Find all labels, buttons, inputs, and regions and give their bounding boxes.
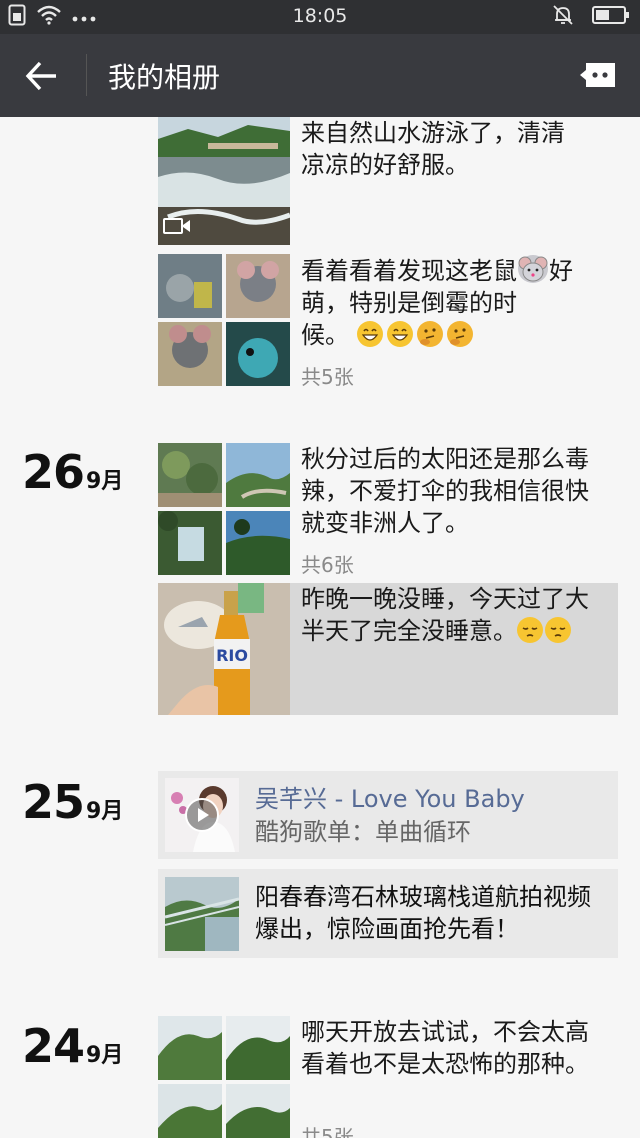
message-dots-icon[interactable] — [578, 60, 618, 90]
date-label: 259月 — [22, 775, 123, 829]
link-title-line: 阳春春湾石林玻璃栈道航拍视频 — [255, 883, 591, 911]
post-text-line: 看着也不是太恐怖的那种。 — [301, 1050, 589, 1078]
date-day: 24 — [22, 1019, 85, 1073]
post-text-fragment: 半天了完全没睡意。 — [301, 617, 517, 645]
pensive-emoji-icon — [545, 617, 571, 643]
pensive-emoji-icon — [517, 617, 543, 643]
music-share[interactable]: 吴芊兴 - Love You Baby 酷狗歌单：单曲循环 — [158, 771, 618, 859]
silent-bell-icon — [552, 4, 574, 31]
post-text-line: 萌，特别是倒霉的时 — [301, 289, 517, 317]
photo-grid[interactable] — [158, 1016, 290, 1138]
photo-grid[interactable] — [158, 254, 290, 386]
date-day: 25 — [22, 775, 85, 829]
post-text-line: 半天了完全没睡意。 — [301, 615, 613, 647]
date-day: 26 — [22, 445, 85, 499]
photo-count: 共5张 — [301, 1125, 354, 1138]
date-label: 269月 — [22, 445, 123, 499]
link-title-line: 爆出，惊险画面抢先看！ — [255, 915, 519, 943]
post-text-line: 来自然山水游泳了，清清 — [301, 119, 565, 147]
post-text-line: 看着看着发现这老鼠 好 — [301, 255, 611, 287]
song-source: 酷狗歌单：单曲循环 — [255, 818, 471, 846]
song-artist-title: 吴芊兴 - Love You Baby — [255, 785, 525, 813]
link-thumbnail — [165, 877, 239, 951]
bottle-label: RIO — [216, 646, 248, 665]
photo-thumbnail[interactable]: RIO — [158, 583, 290, 715]
post-text[interactable]: 来自然山水游泳了，清清 凉凉的好舒服。 — [301, 117, 611, 181]
video-thumbnail[interactable] — [158, 117, 290, 245]
back-arrow-icon[interactable] — [22, 58, 62, 94]
post-text-line: 昨晚一晚没睡，今天过了大 — [301, 585, 589, 613]
post-text-line: 就变非洲人了。 — [301, 509, 469, 537]
date-month: 9月 — [86, 469, 124, 494]
page-title: 我的相册 — [108, 61, 221, 94]
photo-count: 共5张 — [301, 365, 354, 389]
thinking-emoji-icon — [446, 321, 473, 347]
post-text-line: 哪天开放去试试，不会太高 — [301, 1018, 589, 1046]
album-cover — [165, 778, 239, 852]
battery-icon — [592, 5, 630, 30]
play-icon[interactable] — [185, 798, 219, 832]
video-camera-icon — [163, 217, 191, 239]
post-text-fragment: 候。 — [301, 321, 349, 349]
photo-count: 共6张 — [301, 553, 354, 577]
date-month: 9月 — [86, 799, 124, 824]
title-divider — [86, 54, 87, 96]
grin-emoji-icon — [356, 321, 383, 347]
link-title: 阳春春湾石林玻璃栈道航拍视频 爆出，惊险画面抢先看！ — [255, 881, 610, 945]
thinking-emoji-icon — [416, 321, 443, 347]
post-text[interactable]: 秋分过后的太阳还是那么毒 辣，不爱打伞的我相信很快 就变非洲人了。 — [301, 443, 611, 539]
grin-emoji-icon — [386, 321, 413, 347]
clock: 18:05 — [292, 5, 348, 27]
song-title: 吴芊兴 - Love You Baby — [255, 783, 525, 815]
link-share[interactable]: 阳春春湾石林玻璃栈道航拍视频 爆出，惊险画面抢先看！ — [158, 869, 618, 958]
post-text-line: 秋分过后的太阳还是那么毒 — [301, 445, 589, 473]
mouse-face-icon — [518, 255, 548, 283]
photo-grid[interactable] — [158, 443, 290, 575]
post-text-line: 辣，不爱打伞的我相信很快 — [301, 477, 589, 505]
post-text[interactable]: 昨晚一晚没睡，今天过了大 半天了完全没睡意。 — [301, 583, 613, 647]
post-text[interactable]: 哪天开放去试试，不会太高 看着也不是太恐怖的那种。 — [301, 1016, 613, 1080]
post-text-fragment: 看着看着发现这老鼠 — [301, 257, 517, 285]
date-label: 249月 — [22, 1019, 123, 1073]
title-bar: 我的相册 — [0, 34, 640, 117]
post-text-fragment: 好 — [549, 257, 573, 285]
date-month: 9月 — [86, 1043, 124, 1068]
post-text-line: 候。 — [301, 319, 611, 351]
post-text-line: 凉凉的好舒服。 — [301, 151, 469, 179]
album-feed[interactable]: 来自然山水游泳了，清清 凉凉的好舒服。 看着看着发现这老鼠 好 萌，特别是倒霉的… — [0, 117, 640, 1138]
post-text[interactable]: 看着看着发现这老鼠 好 萌，特别是倒霉的时 候。 — [301, 255, 611, 351]
status-bar: 18:05 — [0, 0, 640, 34]
